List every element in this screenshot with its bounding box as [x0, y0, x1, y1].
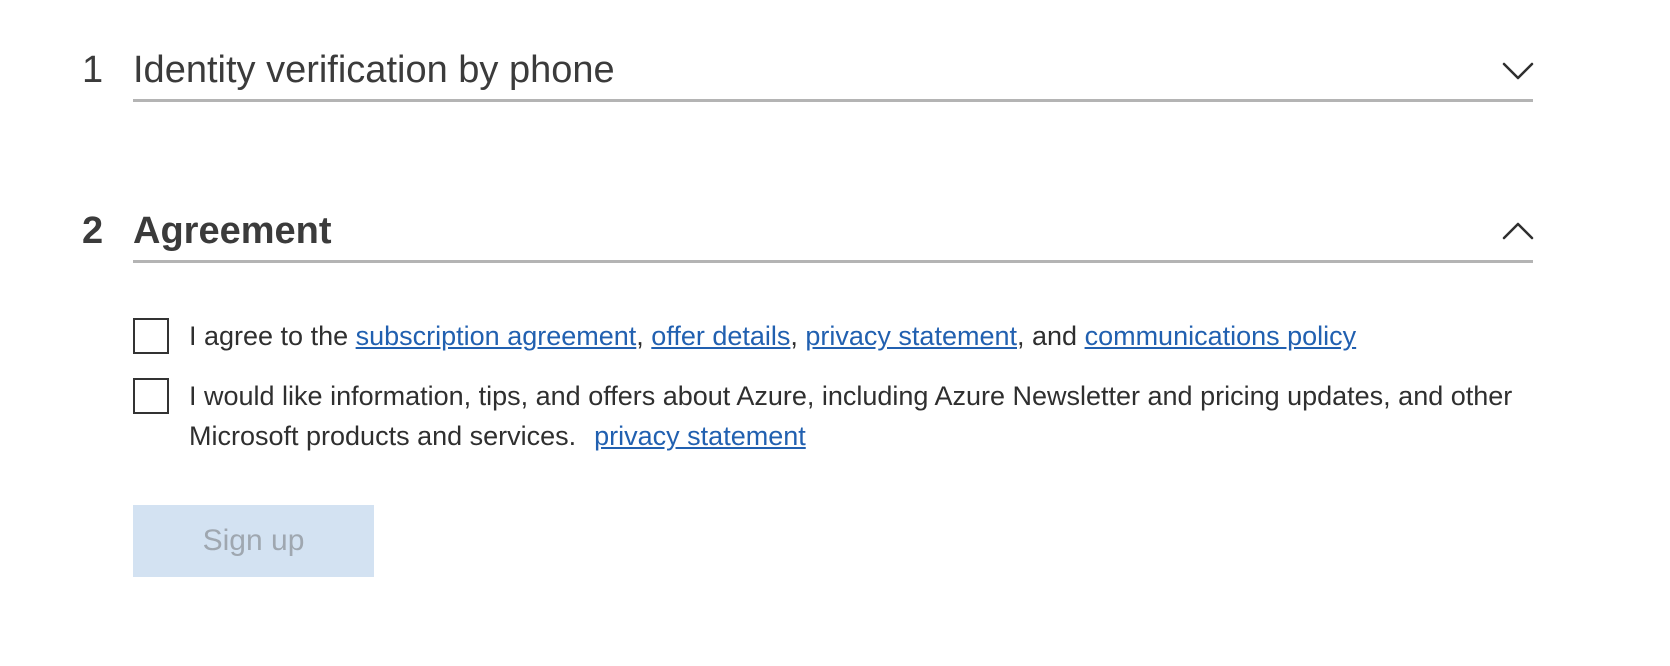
- chevron-up-icon[interactable]: [1500, 213, 1536, 249]
- marketing-checkbox[interactable]: [133, 378, 169, 414]
- subscription-agreement-link[interactable]: subscription agreement: [356, 321, 637, 351]
- step-header-agreement[interactable]: 2 Agreement: [0, 193, 1670, 263]
- terms-separator: , and: [1017, 321, 1085, 351]
- step-section-agreement: 2 Agreement I agree to the subscription …: [0, 193, 1670, 613]
- section-divider: [133, 99, 1533, 102]
- terms-separator: ,: [636, 321, 652, 351]
- section-divider: [133, 260, 1533, 263]
- privacy-statement-link[interactable]: privacy statement: [805, 321, 1017, 351]
- terms-agreement-row: I agree to the subscription agreement, o…: [133, 316, 1563, 356]
- sign-up-button[interactable]: Sign up: [133, 505, 374, 577]
- step-title: Identity verification by phone: [133, 49, 615, 91]
- terms-checkbox[interactable]: [133, 318, 169, 354]
- step-title: Agreement: [133, 210, 332, 252]
- step-header-identity[interactable]: 1 Identity verification by phone: [0, 32, 1670, 102]
- communications-policy-link[interactable]: communications policy: [1085, 321, 1357, 351]
- chevron-down-icon[interactable]: [1500, 52, 1536, 88]
- marketing-optin-row: I would like information, tips, and offe…: [133, 376, 1563, 456]
- terms-label: I agree to the subscription agreement, o…: [189, 316, 1519, 356]
- marketing-label: I would like information, tips, and offe…: [189, 376, 1519, 456]
- terms-separator: ,: [790, 321, 806, 351]
- step-section-identity: 1 Identity verification by phone: [0, 32, 1670, 112]
- marketing-privacy-statement-link[interactable]: privacy statement: [594, 421, 806, 451]
- step-number: 2: [82, 210, 104, 252]
- terms-prefix: I agree to the: [189, 321, 356, 351]
- step-number: 1: [82, 49, 104, 91]
- offer-details-link[interactable]: offer details: [651, 321, 790, 351]
- marketing-text: I would like information, tips, and offe…: [189, 381, 1513, 451]
